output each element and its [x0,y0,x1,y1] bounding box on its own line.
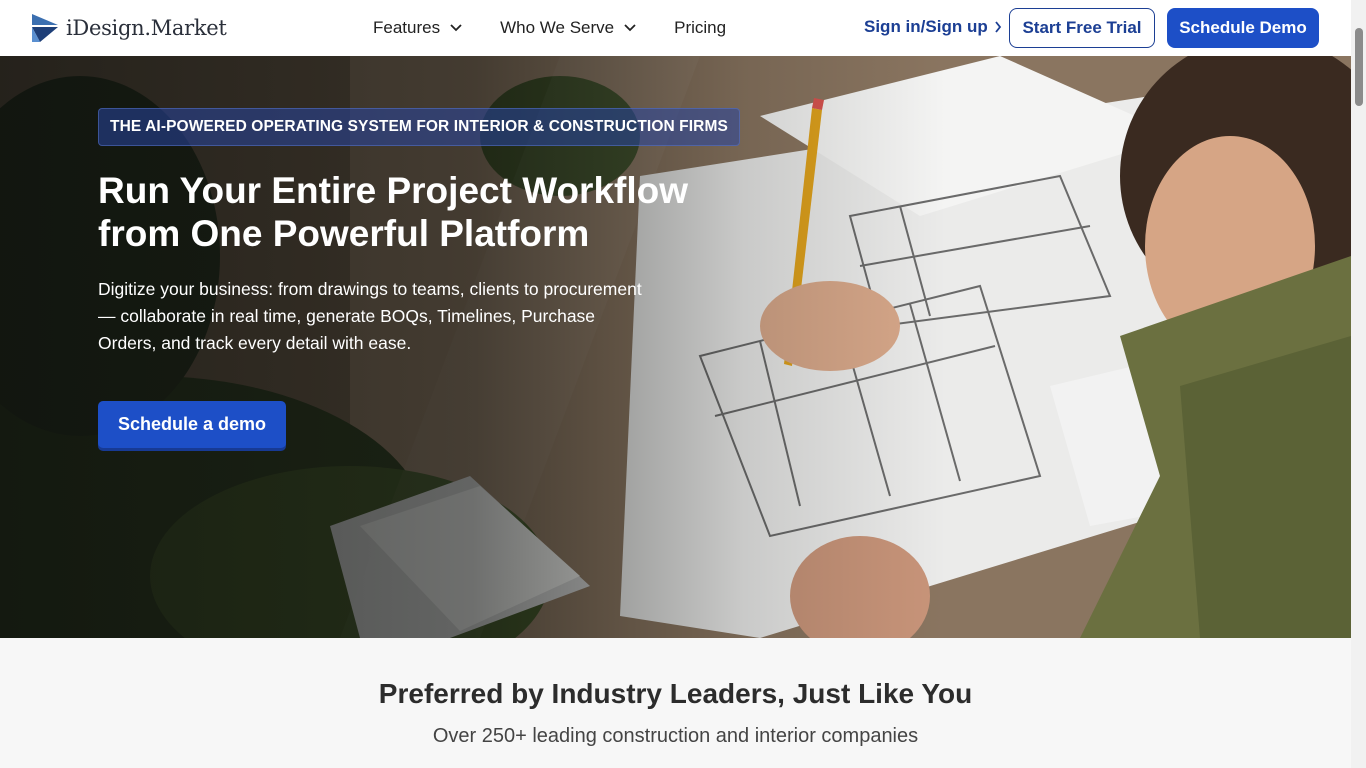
hero-section: THE AI-POWERED OPERATING SYSTEM FOR INTE… [0,56,1351,638]
nav-item-label: Who We Serve [500,18,615,37]
schedule-a-demo-button[interactable]: Schedule a demo [98,401,286,448]
page-scrollbar[interactable] [1351,0,1366,768]
scrollbar-thumb[interactable] [1355,28,1363,106]
hero-subtitle: Digitize your business: from drawings to… [98,279,642,353]
signin-link[interactable]: Sign in/Sign up [864,17,1002,37]
section-title: Preferred by Industry Leaders, Just Like… [378,678,973,709]
logo[interactable]: iDesign.Market [30,12,227,44]
chevron-down-icon [624,24,636,32]
chevron-right-icon [995,21,1001,33]
nav-item-label: Features [373,18,441,37]
chevron-down-icon [450,24,462,32]
social-proof-section: Preferred by Industry Leaders, Just Like… [0,638,1351,768]
hero-badge: THE AI-POWERED OPERATING SYSTEM FOR INTE… [98,108,740,146]
section-subtitle: Over 250+ leading construction and inter… [432,725,919,747]
nav-item-features[interactable]: Features [373,0,462,56]
signin-label: Sign in/Sign up [864,17,988,36]
nav-item-label: Pricing [674,18,727,37]
idesign-logo-icon [32,14,58,42]
nav-item-pricing[interactable]: Pricing [674,0,726,56]
schedule-demo-button[interactable]: Schedule Demo [1167,8,1319,48]
hero-title: Run Your Entire Project Workflow from On… [98,170,689,254]
start-free-trial-button[interactable]: Start Free Trial [1009,8,1155,48]
logo-text: iDesign.Market [66,16,227,40]
site-header: iDesign.Market Features Who We Serve Pri… [0,0,1351,56]
main-nav: Features Who We Serve Pricing [373,0,764,56]
nav-item-who-we-serve[interactable]: Who We Serve [500,0,636,56]
